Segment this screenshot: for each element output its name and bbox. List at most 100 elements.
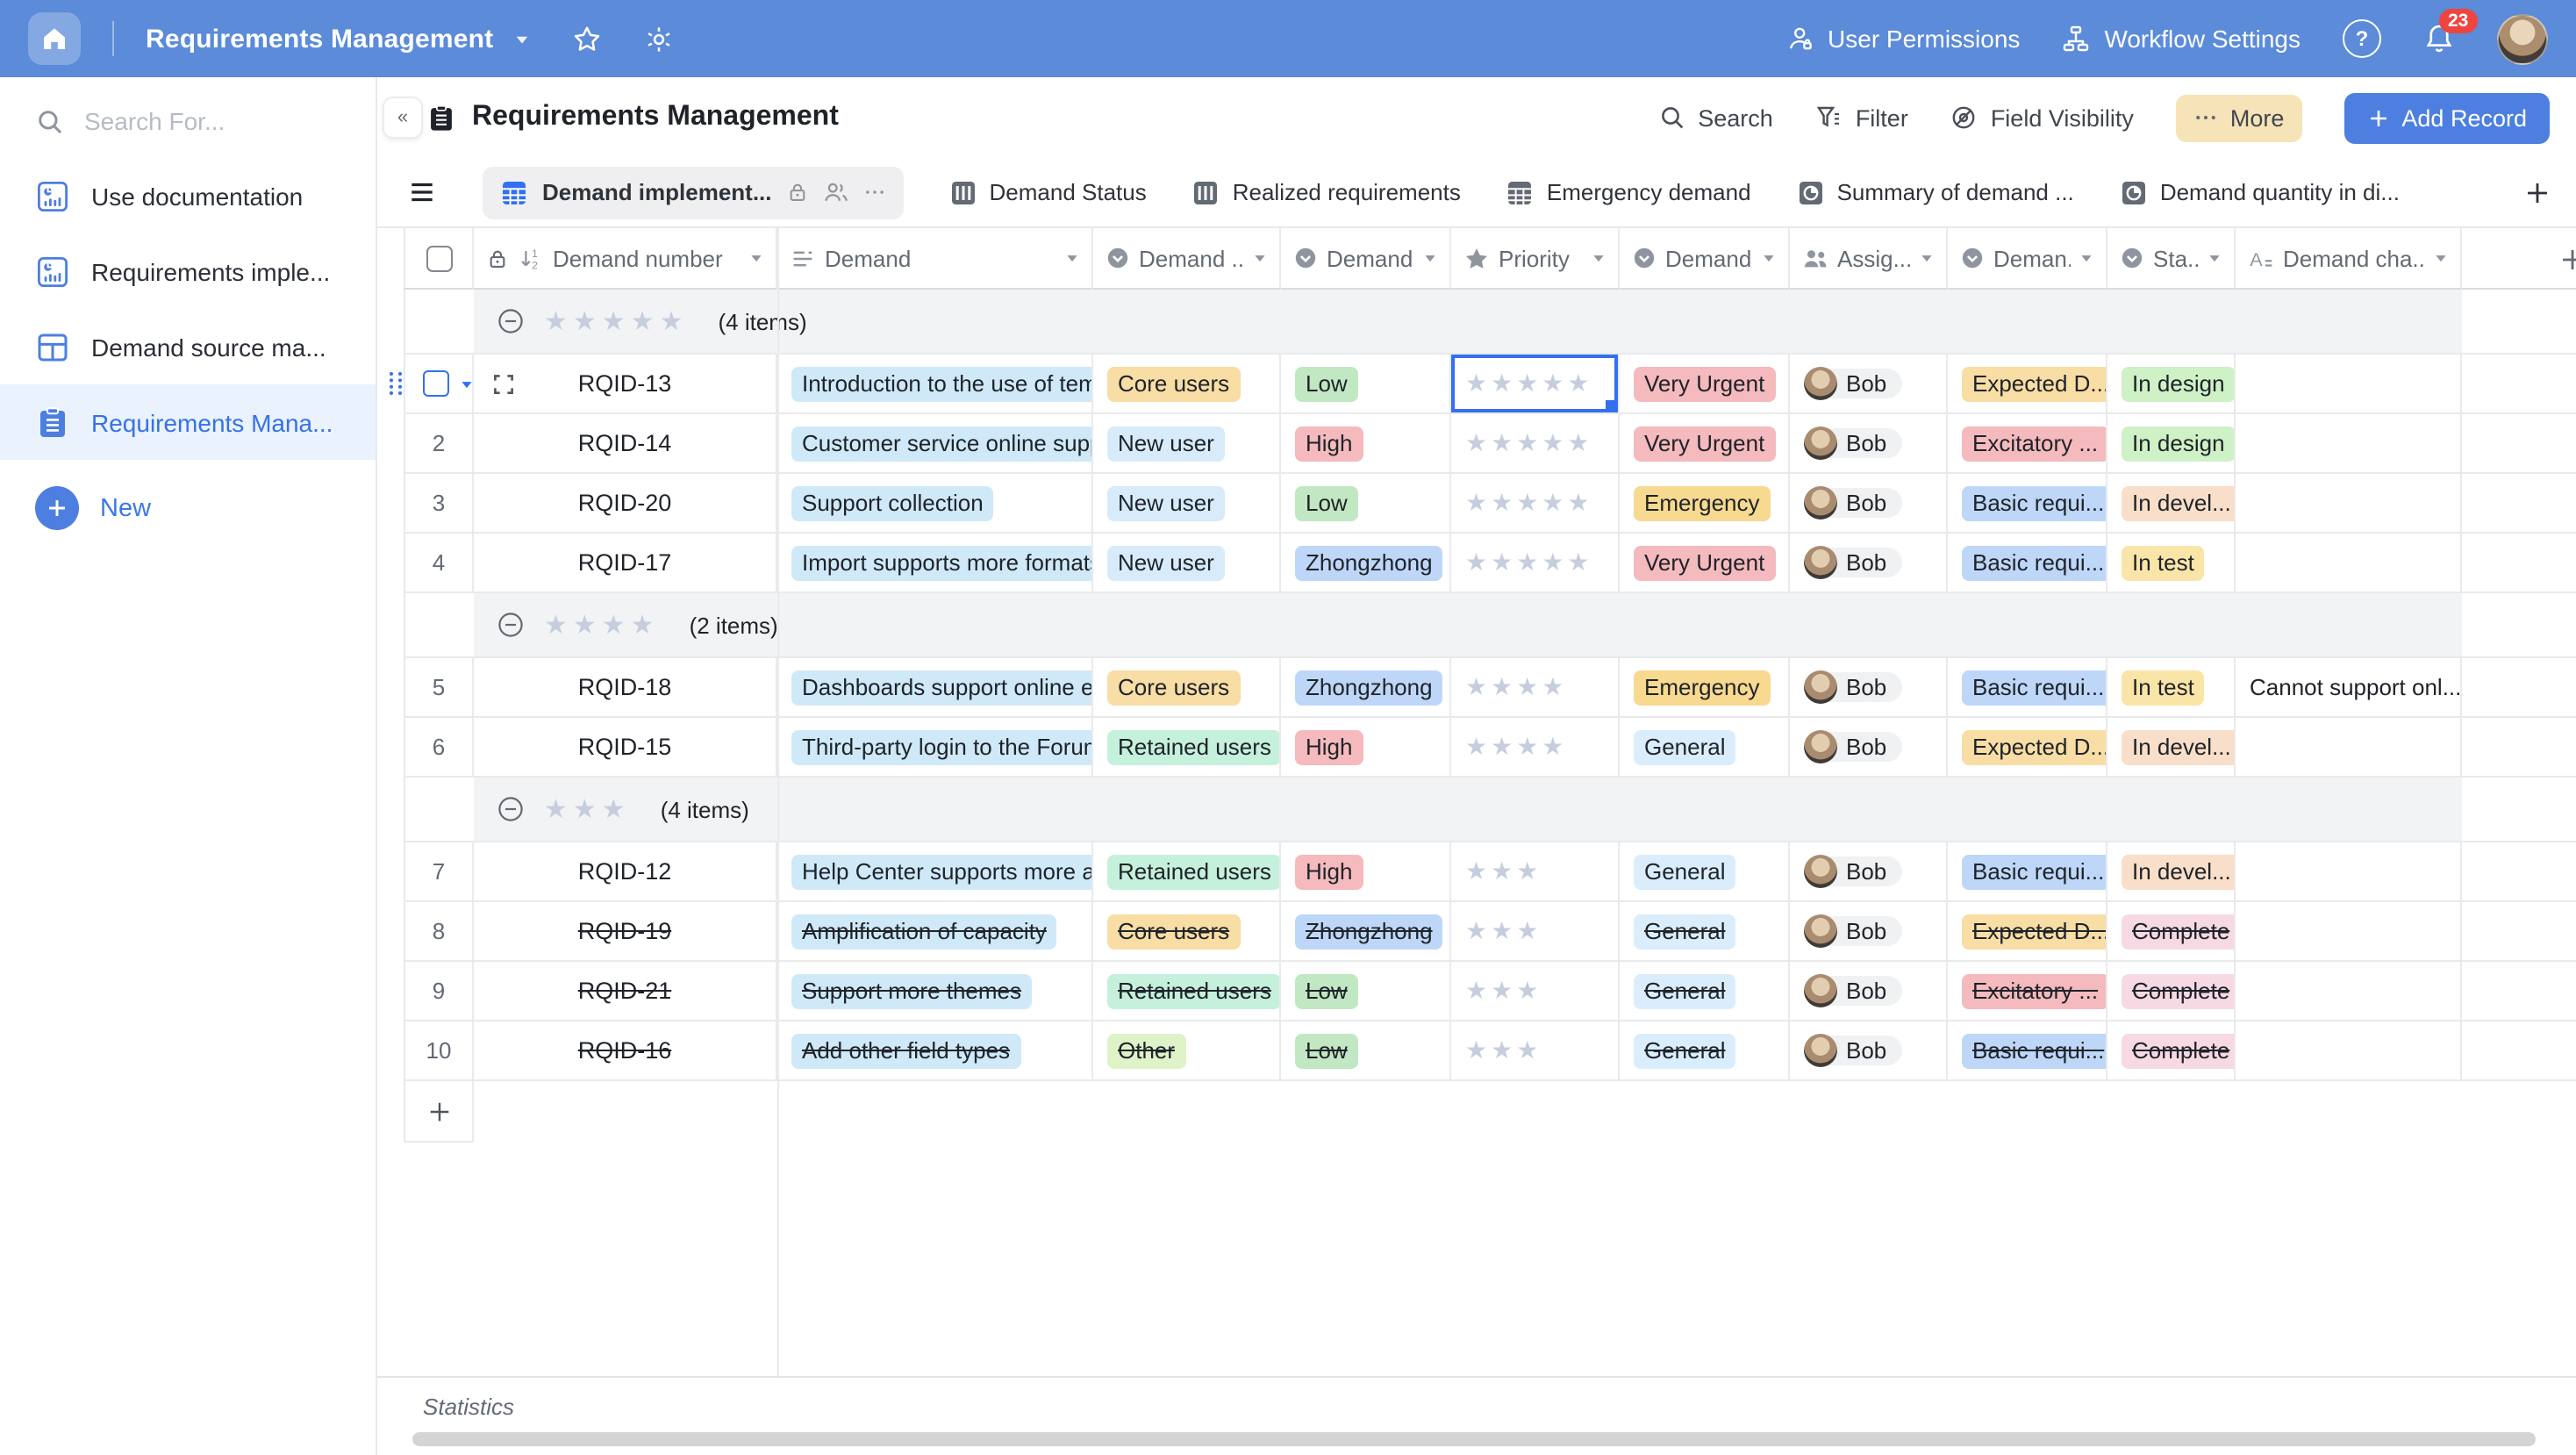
record-id-cell[interactable]: RQID-15 [474, 718, 777, 778]
assignee-cell[interactable]: Bob [1790, 902, 1948, 962]
column-header-sta[interactable]: Sta... [2107, 228, 2236, 290]
demand-type-cell[interactable]: Basic requi... [1948, 658, 2107, 718]
collapse-group-button[interactable] [497, 307, 525, 335]
demand-cell[interactable]: Help Center supports more ar [777, 842, 1093, 902]
chevron-down-icon[interactable] [1423, 251, 1437, 265]
demand-cell[interactable]: Amplification of capacity [777, 902, 1093, 962]
assignee-cell[interactable]: Bob [1790, 962, 1948, 1021]
sidebar-item-requirements-imple[interactable]: Requirements imple... [0, 233, 376, 309]
new-table-button[interactable]: New [35, 486, 376, 530]
row-number-cell[interactable]: 9 [404, 962, 474, 1021]
row-number-cell[interactable]: 10 [404, 1021, 474, 1081]
chevron-down-icon[interactable] [1065, 251, 1079, 265]
chevron-down-icon[interactable] [514, 31, 530, 47]
chevron-down-icon[interactable] [2207, 251, 2222, 265]
priority-cell[interactable]: ★★★★ [1451, 658, 1620, 718]
tab-summary-of-demand[interactable]: Summary of demand ... [1797, 178, 2074, 206]
chevron-down-icon[interactable] [2079, 251, 2093, 265]
demand-cell[interactable]: Support more themes [777, 962, 1093, 1021]
priority-stars[interactable]: ★★★ [1465, 976, 1542, 1006]
add-view-button[interactable] [2523, 178, 2551, 206]
demand-cell[interactable]: Import supports more formats [777, 534, 1093, 593]
record-id-cell[interactable]: RQID-14 [474, 414, 777, 474]
demand-change-cell[interactable]: Cannot support onl... [2236, 658, 2462, 718]
collapse-group-button[interactable] [497, 611, 525, 639]
demand-change-cell[interactable] [2236, 414, 2462, 474]
priority-stars[interactable]: ★★★ [1465, 1036, 1542, 1065]
priority-cell[interactable]: ★★★★★ [1451, 474, 1620, 534]
demand-level-cell[interactable]: Zhongzhong [1281, 534, 1451, 593]
column-header-demand[interactable]: Demand... [1281, 228, 1451, 290]
demand-type-cell[interactable]: Expected D... [1948, 902, 2107, 962]
demand-level-cell[interactable]: Zhongzhong [1281, 902, 1451, 962]
assignee-cell[interactable]: Bob [1790, 474, 1948, 534]
row-number-cell[interactable]: 6 [404, 718, 474, 778]
add-field-icon[interactable] [2558, 246, 2576, 274]
user-permissions-button[interactable]: User Permissions [1785, 25, 2020, 53]
empty-cell[interactable] [2462, 902, 2576, 962]
demand-type-cell[interactable]: Expected D... [1948, 718, 2107, 778]
priority-cell[interactable]: ★★★★★ [1451, 414, 1620, 474]
demand-level-cell[interactable]: High [1281, 842, 1451, 902]
row-checkbox[interactable] [423, 370, 449, 397]
workflow-settings-button[interactable]: Workflow Settings [2062, 25, 2301, 53]
demand-change-cell[interactable] [2236, 718, 2462, 778]
demand-type-cell[interactable]: Basic requi... [1948, 842, 2107, 902]
record-id-cell[interactable]: RQID-20 [474, 474, 777, 534]
priority-cell[interactable]: ★★★ [1451, 902, 1620, 962]
status-cell[interactable]: Complete [2107, 962, 2236, 1021]
tab-demand-implement[interactable]: Demand implement... [483, 166, 904, 219]
status-cell[interactable]: Complete [2107, 902, 2236, 962]
demand-user-cell[interactable]: New user [1093, 414, 1281, 474]
row-number-cell[interactable]: 7 [404, 842, 474, 902]
assignee-cell[interactable]: Bob [1790, 842, 1948, 902]
demand-type-cell[interactable]: Basic requi... [1948, 474, 2107, 534]
empty-cell[interactable] [2462, 718, 2576, 778]
sidebar-search-input[interactable] [81, 105, 333, 137]
demand-change-cell[interactable] [2236, 902, 2462, 962]
status-cell[interactable]: In design [2107, 414, 2236, 474]
view-list-icon[interactable] [407, 177, 437, 207]
favorite-star-icon[interactable] [572, 24, 602, 54]
assignee-cell[interactable]: Bob [1790, 718, 1948, 778]
tab-emergency-demand[interactable]: Emergency demand [1506, 178, 1751, 206]
demand-change-cell[interactable] [2236, 355, 2462, 414]
empty-cell[interactable] [2462, 962, 2576, 1021]
column-header-deman[interactable]: Deman... [1948, 228, 2107, 290]
sidebar-search[interactable] [35, 105, 376, 137]
column-header-demand[interactable]: Demand... [1620, 228, 1790, 290]
record-id-cell[interactable]: RQID-21 [474, 962, 777, 1021]
select-all-checkbox[interactable] [404, 228, 474, 290]
status-cell[interactable]: In design [2107, 355, 2236, 414]
status-cell[interactable]: In devel... [2107, 474, 2236, 534]
empty-cell[interactable] [2462, 534, 2576, 593]
home-button[interactable] [28, 12, 81, 65]
demand-urgency-cell[interactable]: Very Urgent [1620, 414, 1790, 474]
priority-stars[interactable]: ★★★ [1465, 916, 1542, 946]
record-id-cell[interactable]: RQID-19 [474, 902, 777, 962]
demand-cell[interactable]: Dashboards support online ed [777, 658, 1093, 718]
demand-urgency-cell[interactable]: General [1620, 962, 1790, 1021]
status-cell[interactable]: In devel... [2107, 842, 2236, 902]
demand-cell[interactable]: Add other field types [777, 1021, 1093, 1081]
demand-level-cell[interactable]: Low [1281, 962, 1451, 1021]
assignee-cell[interactable]: Bob [1790, 414, 1948, 474]
record-id-cell[interactable]: RQID-18 [474, 658, 777, 718]
priority-stars[interactable]: ★★★★★ [1465, 428, 1593, 458]
base-title[interactable]: Requirements Management [146, 24, 493, 54]
demand-level-cell[interactable]: Low [1281, 474, 1451, 534]
demand-urgency-cell[interactable]: General [1620, 902, 1790, 962]
status-cell[interactable]: In test [2107, 534, 2236, 593]
horizontal-scrollbar[interactable] [412, 1432, 2536, 1446]
demand-change-cell[interactable] [2236, 474, 2462, 534]
demand-user-cell[interactable]: Core users [1093, 355, 1281, 414]
assignee-cell[interactable]: Bob [1790, 1021, 1948, 1081]
column-header-demand[interactable]: Demand ... [1093, 228, 1281, 290]
demand-change-cell[interactable] [2236, 534, 2462, 593]
demand-type-cell[interactable]: Excitatory ... [1948, 962, 2107, 1021]
chevron-down-icon[interactable] [2434, 251, 2448, 265]
settings-gear-icon[interactable] [644, 24, 674, 54]
row-number-cell[interactable]: 4 [404, 534, 474, 593]
demand-cell[interactable]: Support collection [777, 474, 1093, 534]
demand-level-cell[interactable]: Zhongzhong [1281, 658, 1451, 718]
